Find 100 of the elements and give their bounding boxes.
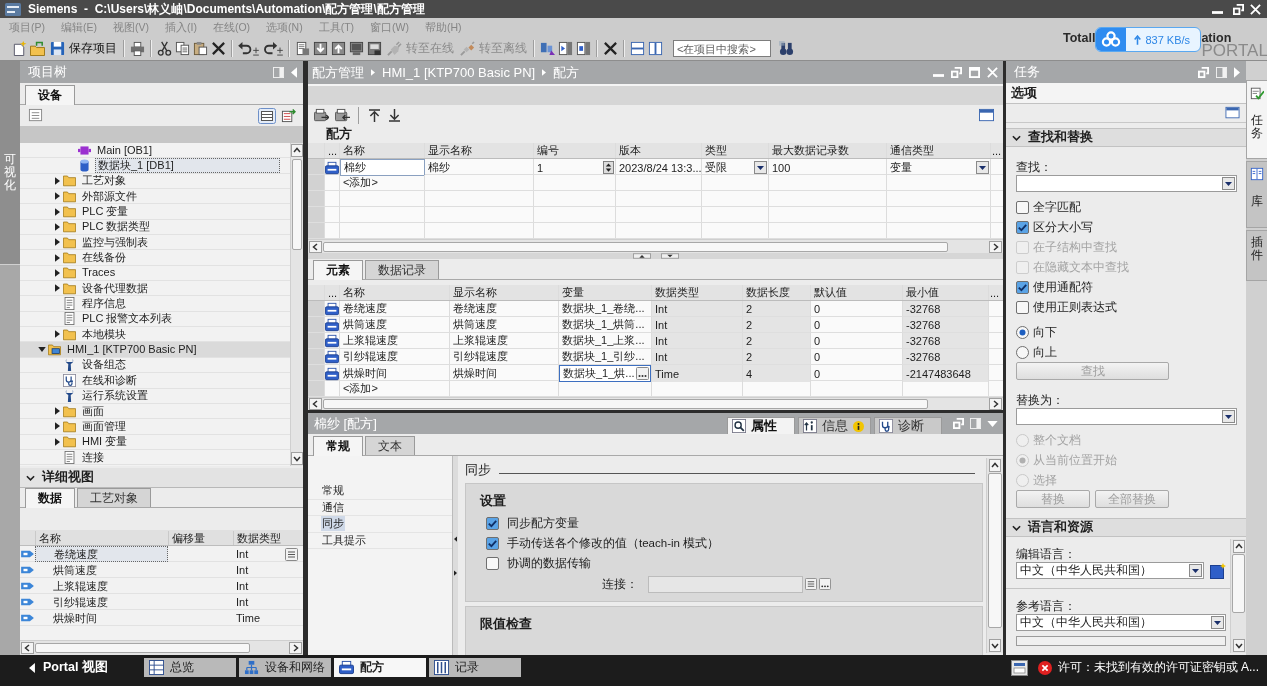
column-header[interactable]: 版本: [616, 143, 702, 158]
side-tab[interactable]: 库: [1246, 161, 1267, 228]
column-header[interactable]: 名称: [340, 285, 450, 300]
column-header[interactable]: 名称: [35, 530, 168, 545]
inspector-tab[interactable]: 信息: [798, 417, 871, 434]
nav-item[interactable]: 常规: [321, 483, 345, 499]
scroll-left-icon[interactable]: [309, 240, 322, 253]
horizontal-scrollbar[interactable]: [308, 397, 1003, 410]
tree-item[interactable]: 画面: [80, 404, 106, 418]
caret-right-icon[interactable]: [54, 422, 60, 431]
tree-item[interactable]: PLC 报警文本列表: [80, 312, 175, 326]
chevron-down-icon[interactable]: [1012, 524, 1021, 531]
scissors-icon[interactable]: [156, 41, 172, 56]
column-header[interactable]: 最大数据记录数: [769, 143, 887, 158]
scroll-thumb[interactable]: [35, 643, 251, 653]
column-header[interactable]: 数据类型: [233, 530, 299, 545]
caret-right-icon[interactable]: [54, 253, 60, 262]
horizontal-scrollbar[interactable]: [20, 640, 303, 655]
split-vertical-icon[interactable]: [647, 41, 663, 56]
caret-left-icon[interactable]: [454, 536, 457, 542]
tree-item[interactable]: PLC 变量: [80, 205, 131, 219]
scroll-thumb[interactable]: [1232, 554, 1245, 614]
column-header[interactable]: 默认值: [811, 285, 903, 300]
section-header[interactable]: 详细视图: [20, 468, 303, 488]
caret-right-icon[interactable]: [54, 437, 60, 446]
caret-down-icon[interactable]: [660, 253, 679, 259]
column-header[interactable]: 最小值: [903, 285, 989, 300]
scroll-right-icon[interactable]: [989, 240, 1002, 253]
column-header[interactable]: 数据长度: [743, 285, 811, 300]
checkbox[interactable]: [486, 536, 499, 550]
table-cell[interactable]: 烘筒速度: [340, 317, 450, 332]
caret-right-icon[interactable]: [54, 222, 60, 231]
screen-box-icon[interactable]: [366, 41, 382, 56]
column-header[interactable]: 数据类型: [652, 285, 743, 300]
table-cell[interactable]: 烘筒速度: [450, 317, 559, 332]
replace-field[interactable]: [1016, 408, 1237, 425]
caret-up-icon[interactable]: [632, 253, 651, 259]
column-header[interactable]: 显示名称: [450, 285, 559, 300]
table-cell[interactable]: 棉纱: [340, 159, 425, 176]
binoculars-icon[interactable]: [778, 41, 794, 56]
section-header[interactable]: 语言和资源: [1006, 518, 1246, 537]
table-cell[interactable]: 上浆辊速度: [35, 578, 168, 593]
scroll-up-icon[interactable]: [989, 459, 1001, 472]
caret-right-icon[interactable]: [54, 330, 60, 339]
language-field[interactable]: 中文（中华人民共和国）: [1016, 614, 1226, 631]
add-row-cell[interactable]: <添加>: [340, 175, 425, 190]
tab[interactable]: 设备: [25, 85, 75, 105]
vertical-scrollbar[interactable]: [290, 143, 303, 466]
column-header[interactable]: ...: [989, 285, 1003, 300]
side-tab[interactable]: 插件: [1246, 229, 1267, 281]
checkbox[interactable]: [1016, 280, 1029, 294]
table-cell[interactable]: 烘筒速度: [35, 562, 168, 577]
taskbar-tab[interactable]: 配方: [333, 658, 426, 677]
table-cell[interactable]: 上浆辊速度: [450, 333, 559, 348]
spinner-icon[interactable]: [603, 161, 614, 174]
tab[interactable]: 文本: [365, 436, 415, 455]
split-horizontal-icon[interactable]: [629, 41, 645, 56]
cross-icon[interactable]: [210, 41, 226, 56]
column-header[interactable]: 显示名称: [425, 143, 534, 158]
table-cell[interactable]: 烘燥时间: [340, 365, 450, 382]
add-row-cell[interactable]: <添加>: [340, 381, 450, 396]
language-field[interactable]: 中文（中华人民共和国）: [1016, 562, 1204, 579]
column-header[interactable]: ...: [991, 143, 1003, 158]
scroll-left-icon[interactable]: [21, 642, 34, 654]
printer-arrow-icon[interactable]: [313, 107, 329, 123]
column-header[interactable]: ...: [325, 285, 340, 300]
caret-right-icon[interactable]: [454, 570, 457, 576]
scroll-up-icon[interactable]: [291, 144, 303, 157]
paste-icon[interactable]: [192, 41, 208, 56]
scroll-down-icon[interactable]: [291, 452, 303, 465]
inspector-tab[interactable]: 属性: [727, 417, 795, 434]
inspector-tab[interactable]: 诊断: [874, 417, 942, 434]
restore-icon[interactable]: [1233, 3, 1244, 15]
tab[interactable]: 工艺对象: [77, 488, 151, 507]
tree-item[interactable]: 外部源文件: [80, 189, 139, 203]
scroll-thumb[interactable]: [323, 241, 949, 252]
table-cell[interactable]: 引纱辊速度: [450, 349, 559, 364]
tree-item[interactable]: 工艺对象: [80, 174, 128, 188]
tree-item[interactable]: HMI 变量: [80, 435, 130, 449]
undo-icon[interactable]: [237, 41, 259, 56]
table-cell[interactable]: 变量: [890, 160, 912, 175]
portal-view-button[interactable]: Portal 视图: [29, 658, 108, 677]
tree-item[interactable]: 本地模块: [80, 327, 128, 341]
tab[interactable]: 数据记录: [365, 260, 439, 279]
vertical-scrollbar[interactable]: [986, 458, 1003, 653]
close-icon[interactable]: [1250, 3, 1261, 15]
tree-item[interactable]: 程序信息: [80, 297, 128, 311]
tree-item[interactable]: 设备组态: [80, 358, 128, 372]
caret-right-icon[interactable]: [54, 407, 60, 415]
column-header[interactable]: 编号: [534, 143, 616, 158]
horizontal-scrollbar[interactable]: [308, 239, 1003, 253]
tree-item[interactable]: Main [OB1]: [95, 143, 155, 157]
panel-icon[interactable]: [1010, 659, 1028, 676]
caret-right-icon[interactable]: [54, 284, 60, 293]
nav-item[interactable]: 同步: [321, 516, 345, 532]
arrow-up-icon[interactable]: [369, 108, 380, 122]
tree-item[interactable]: PLC 数据类型: [80, 220, 153, 234]
tree-item[interactable]: HMI_1 [KTP700 Basic PN]: [65, 343, 199, 357]
more-icon[interactable]: [636, 367, 649, 380]
tree-item[interactable]: 设备代理数据: [80, 281, 150, 295]
